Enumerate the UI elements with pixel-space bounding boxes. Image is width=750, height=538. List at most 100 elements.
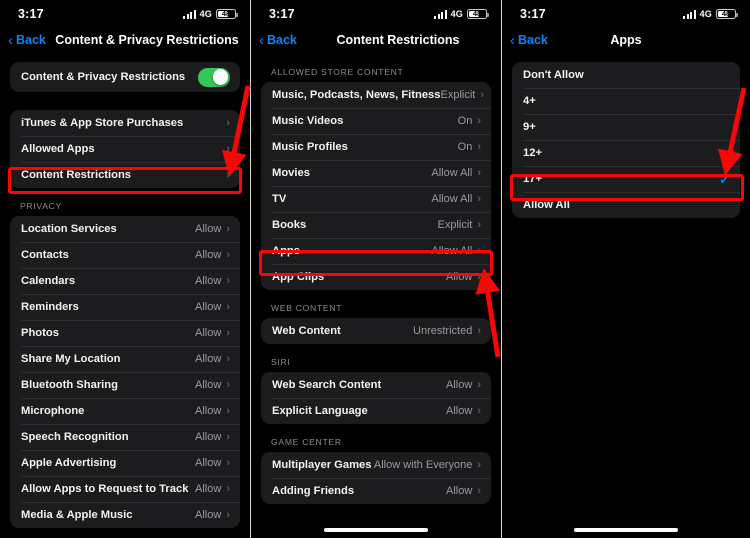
status-indicators: 4G 48 [183,8,238,20]
list-item[interactable]: Reminders Allow › [10,294,240,320]
settings-list-panel3: Don't Allow 4+ 9+ 12+ 17+ ✓ Allow All [502,54,750,218]
list-item-value: Allow [195,327,222,339]
chevron-right-icon: › [477,114,481,127]
page-title: Content Restrictions [336,33,460,47]
list-item-label: TV [272,193,287,205]
network-type-label: 4G [199,9,212,19]
battery-icon: 48 [716,8,738,20]
chevron-right-icon: › [477,192,481,205]
list-item[interactable]: TV Allow All › [261,186,491,212]
list-item[interactable]: Movies Allow All › [261,160,491,186]
list-item-value: Allow [446,485,473,497]
battery-percent: 48 [221,9,231,19]
list-item[interactable]: Multiplayer Games Allow with Everyone › [261,452,491,478]
list-item-label: Media & Apple Music [21,509,133,521]
back-button[interactable]: ‹ Back [251,33,297,48]
back-button[interactable]: ‹ Back [0,33,46,48]
list-item-value: Allow All [431,245,473,257]
list-item-label: Apps [272,245,300,257]
list-item-label: 12+ [523,147,542,159]
list-item-label: Share My Location [21,353,121,365]
cellular-signal-icon [183,9,196,19]
chevron-right-icon: › [226,352,230,365]
chevron-right-icon: › [477,378,481,391]
settings-list-panel1: Content & Privacy Restrictions iTunes & … [0,62,250,528]
cellular-signal-icon [434,9,447,19]
list-item[interactable]: Music Videos On › [261,108,491,134]
list-item[interactable]: Photos Allow › [10,320,240,346]
chevron-right-icon: › [477,166,481,179]
list-item[interactable]: Music, Podcasts, News, Fitness Explicit › [261,82,491,108]
list-item[interactable]: Allowed Apps › [10,136,240,162]
list-item-label: Calendars [21,275,76,287]
list-item[interactable]: Allow Apps to Request to Track Allow › [10,476,240,502]
list-item[interactable]: Share My Location Allow › [10,346,240,372]
battery-percent: 48 [472,9,482,19]
list-item[interactable]: Content Restrictions › [10,162,240,188]
chevron-right-icon: › [226,116,230,129]
list-item[interactable]: Microphone Allow › [10,398,240,424]
list-item[interactable]: Don't Allow [512,62,740,88]
status-clock: 3:17 [269,7,295,21]
list-item[interactable]: Apps Allow All › [261,238,491,264]
list-item[interactable]: Bluetooth Sharing Allow › [10,372,240,398]
chevron-right-icon: › [226,508,230,521]
home-indicator [251,528,501,532]
toggle-row-label: Content & Privacy Restrictions [21,71,186,83]
list-item-label: Location Services [21,223,117,235]
chevron-right-icon: › [226,274,230,287]
list-item-label: Allow All [523,199,570,211]
row-content-privacy-restrictions-toggle[interactable]: Content & Privacy Restrictions [10,62,240,92]
list-item-label: Books [272,219,307,231]
chevron-right-icon: › [480,88,485,101]
list-item-label: Reminders [21,301,79,313]
list-item-label: Photos [21,327,59,339]
list-item[interactable]: Books Explicit › [261,212,491,238]
list-item-value: Allow [195,379,222,391]
list-item[interactable]: 12+ [512,140,740,166]
chevron-right-icon: › [226,326,230,339]
back-button[interactable]: ‹ Back [502,33,548,48]
status-bar: 3:17 4G 48 [502,0,750,26]
list-item-value: Allow [446,379,473,391]
chevron-right-icon: › [226,248,230,261]
list-item[interactable]: iTunes & App Store Purchases › [10,110,240,136]
list-item-value: Allow All [431,167,473,179]
navigation-bar: ‹ Back Content Restrictions [251,26,501,54]
chevron-right-icon: › [226,222,230,235]
privacy-section-header: PRIVACY [20,201,62,211]
siri-group: Web Search Content Allow › Explicit Languag… [261,372,491,424]
list-item-value: On [457,141,473,153]
list-item[interactable]: Adding Friends Allow › [261,478,491,504]
list-item-label: Web Search Content [272,379,382,391]
list-item[interactable]: Media & Apple Music Allow › [10,502,240,528]
list-item-value: Allow [195,249,222,261]
list-item-value: Allow with Everyone [373,459,473,471]
list-item-label: Movies [272,167,310,179]
list-item-label: Speech Recognition [21,431,129,443]
list-item[interactable]: 4+ [512,88,740,114]
content-privacy-restrictions-switch[interactable] [198,67,230,87]
list-item[interactable]: 9+ [512,114,740,140]
list-item[interactable]: Web Search Content Allow › [261,372,491,398]
list-item[interactable]: Calendars Allow › [10,268,240,294]
list-item[interactable]: Speech Recognition Allow › [10,424,240,450]
list-item[interactable]: Apple Advertising Allow › [10,450,240,476]
list-item[interactable]: Music Profiles On › [261,134,491,160]
list-item[interactable]: Allow All [512,192,740,218]
chevron-right-icon: › [226,378,230,391]
list-item-label: Allowed Apps [21,143,95,155]
battery-icon: 48 [467,8,489,20]
list-item-label: Content Restrictions [21,169,132,181]
list-item[interactable]: Web Content Unrestricted › [261,318,491,344]
list-item[interactable]: 17+ ✓ [512,166,740,192]
status-indicators: 4G 48 [434,8,489,20]
list-item[interactable]: Contacts Allow › [10,242,240,268]
list-item-label: 4+ [523,95,536,107]
list-item-value: On [457,115,473,127]
list-item[interactable]: App Clips Allow › [261,264,491,290]
list-item[interactable]: Location Services Allow › [10,216,240,242]
list-item[interactable]: Explicit Language Allow › [261,398,491,424]
network-type-label: 4G [699,9,712,19]
chevron-right-icon: › [477,458,481,471]
